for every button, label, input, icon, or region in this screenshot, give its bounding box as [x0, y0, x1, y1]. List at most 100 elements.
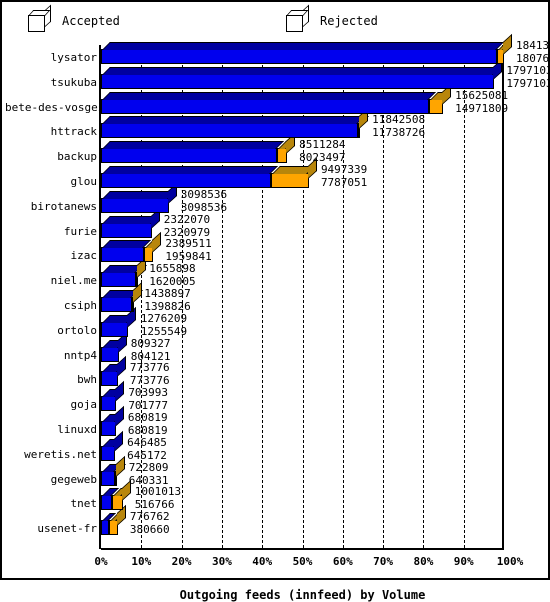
bar-row: 3098536 3098536 — [4, 182, 548, 214]
value-label-total: 9497339 — [320, 163, 368, 176]
bar-segment-accepted — [101, 182, 177, 213]
plot-area: lysator tsukuba bete-des-vosges httrack back… — [4, 33, 550, 601]
value-label-total: 2389511 — [165, 237, 212, 251]
bar-segment-accepted — [101, 265, 144, 288]
x-axis-title: Outgoing feeds (innfeed) by Volume — [179, 588, 426, 602]
bar-row: 703993 701777 — [4, 381, 548, 413]
chart-page: Accepted Rejected lysator tsukuba bete-des… — [0, 0, 550, 601]
value-label-accepted: 11738726 — [372, 126, 426, 140]
value-label-total: 646485 — [127, 435, 167, 449]
value-label-accepted: 1398826 — [144, 300, 191, 313]
bar-row: 2322070 2320979 — [4, 207, 548, 239]
accepted-color-swatch-icon — [28, 4, 51, 32]
bar-row: 1276209 1255549 — [4, 306, 548, 338]
bar-segment-accepted — [101, 513, 117, 536]
value-label-accepted: 1959841 — [165, 250, 212, 264]
value-label-accepted: 380660 — [129, 523, 170, 537]
value-label-total: 680819 — [127, 411, 168, 424]
bar-segment-rejected — [112, 480, 131, 511]
bar-segment-rejected — [109, 505, 126, 536]
value-label-accepted: 7787051 — [320, 176, 368, 189]
value-label-accepted: 18076949 — [516, 52, 550, 65]
bar-segment-rejected — [428, 83, 452, 114]
bar-row: 1797103817971038 — [4, 58, 550, 90]
bar-segment-accepted — [101, 430, 124, 461]
value-label-accepted: 17971038 — [506, 76, 550, 90]
value-label-total: 3098536 — [180, 187, 228, 201]
value-label-accepted: 804121 — [130, 349, 171, 363]
bar-segment-accepted — [101, 58, 503, 89]
value-label-total: 8511284 — [299, 138, 346, 152]
bar-row: 11842508 11738726 — [4, 108, 548, 140]
bar-segment-accepted — [101, 42, 504, 64]
x-tick-20pct: 20% — [171, 555, 192, 568]
x-tick-100pct: 100% — [496, 555, 524, 568]
value-label-accepted: 14971809 — [455, 101, 509, 115]
value-label-total: 18413890 — [516, 39, 550, 52]
bar-segment-accepted — [101, 116, 366, 139]
bar-segment-accepted — [101, 207, 160, 238]
bar-segment-rejected — [358, 108, 370, 139]
x-tick-10pct: 10% — [131, 555, 152, 568]
bar-row: 773776 773776 — [4, 356, 548, 388]
bar-row: 1841389018076949 — [4, 33, 550, 65]
legend-label-rejected: Rejected — [320, 14, 378, 28]
bar-segment-accepted — [101, 331, 127, 362]
x-tick-50pct: 50% — [292, 555, 313, 568]
value-label-accepted: 680819 — [127, 424, 168, 437]
value-label-accepted: 3098536 — [180, 200, 228, 214]
value-label-total: 1001013 — [134, 485, 182, 499]
x-tick-70pct: 70% — [373, 555, 394, 568]
value-label-total: 1655898 — [149, 262, 196, 276]
value-label-total: 1438897 — [144, 287, 191, 300]
bar-row: 646485 645172 — [4, 430, 548, 462]
bar-row: 776762 380660 — [4, 505, 548, 537]
bar-segment-accepted — [101, 405, 124, 436]
bar-segment-rejected — [496, 33, 512, 64]
value-label-accepted: 640331 — [128, 473, 169, 487]
bar-series: 1841389018076949179710381797103815625081… — [4, 33, 550, 578]
bar-row: 722809 640331 — [4, 455, 548, 487]
bar-segment-rejected — [115, 455, 127, 486]
bar-segment-rejected — [271, 157, 317, 188]
bar-row: 8511284 8023497 — [4, 133, 548, 165]
bar-row: 2389511 1959841 — [4, 232, 548, 264]
value-label-accepted: 1620005 — [149, 275, 196, 289]
bar-segment-accepted — [101, 91, 436, 114]
bar-segment-accepted — [101, 141, 284, 164]
x-tick-60pct: 60% — [332, 555, 353, 568]
bar-segment-accepted — [101, 381, 125, 412]
value-label-total: 722809 — [128, 460, 169, 474]
value-label-total: 1276209 — [140, 311, 188, 325]
bar-row: 1655898 1620005 — [4, 257, 548, 289]
legend-label-accepted: Accepted — [62, 14, 120, 28]
value-label-accepted: 701777 — [128, 399, 169, 413]
x-tick-30pct: 30% — [211, 555, 232, 568]
value-label-accepted: 8023497 — [299, 151, 346, 165]
value-label-total: 2322070 — [163, 212, 211, 226]
value-label-total: 11842508 — [372, 113, 426, 127]
rejected-color-swatch-icon — [286, 4, 309, 32]
bar-segment-accepted — [101, 356, 126, 387]
value-label-accepted: 2320979 — [163, 225, 211, 239]
bar-row: 9497339 7787051 — [4, 157, 548, 189]
value-label-accepted: 645172 — [127, 448, 167, 462]
bar-segment-rejected — [131, 281, 143, 312]
value-label-total: 773776 — [129, 361, 170, 375]
bar-segment-accepted — [101, 166, 279, 188]
value-label-total: 17971038 — [506, 63, 550, 77]
chart-legend: Accepted Rejected — [4, 4, 548, 39]
value-label-accepted: 1255549 — [140, 324, 188, 338]
bar-segment-accepted — [101, 488, 120, 511]
bar-segment-accepted — [101, 240, 151, 263]
legend-entry-accepted: Accepted — [28, 4, 120, 33]
x-tick-40pct: 40% — [252, 555, 273, 568]
bar-row: 1001013 516766 — [4, 480, 548, 511]
value-label-total: 703993 — [128, 386, 169, 400]
bar-row: 15625081 14971809 — [4, 83, 548, 115]
value-label-accepted: 773776 — [129, 374, 170, 388]
bar-segment-rejected — [276, 133, 296, 164]
value-label-total: 776762 — [129, 510, 170, 524]
bar-segment-rejected — [136, 257, 148, 288]
x-tick-80pct: 80% — [413, 555, 434, 568]
